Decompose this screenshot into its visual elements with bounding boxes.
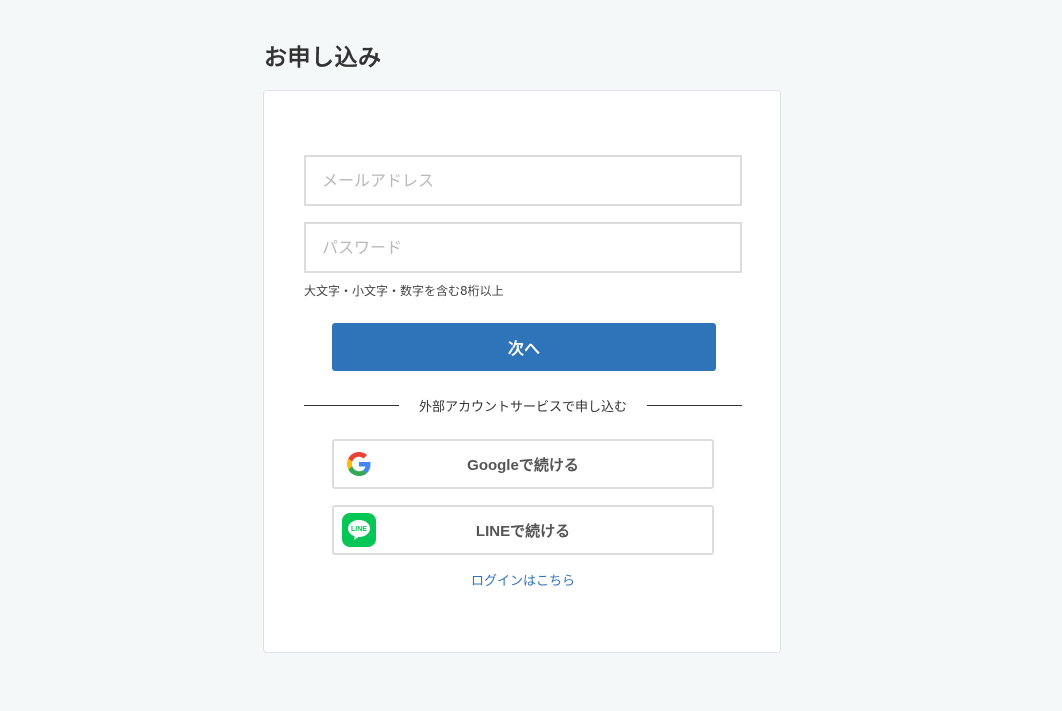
google-signin-button[interactable]: Googleで続ける <box>332 439 714 489</box>
divider: 外部アカウントサービスで申し込む <box>304 394 743 416</box>
email-field[interactable] <box>304 155 742 206</box>
google-button-label: Googleで続ける <box>467 456 579 474</box>
page-title: お申し込み <box>264 45 382 71</box>
google-icon <box>342 447 376 481</box>
divider-label: 外部アカウントサービスで申し込む <box>419 399 628 415</box>
line-button-label: LINEで続ける <box>475 522 571 540</box>
signup-card: 大文字・小文字・数字を含む8桁以上 次へ 外部アカウントサービスで申し込む Go… <box>263 90 781 653</box>
line-icon-badge: LINE <box>342 513 376 547</box>
divider-line-left <box>304 404 399 406</box>
next-button[interactable]: 次へ <box>332 323 716 371</box>
line-icon: LINE <box>342 513 376 547</box>
login-link[interactable]: ログインはこちら <box>264 570 782 589</box>
password-hint: 大文字・小文字・数字を含む8桁以上 <box>304 284 504 298</box>
line-icon-text: LINE <box>351 526 367 533</box>
divider-line-right <box>647 404 743 406</box>
line-signin-button[interactable]: LINE LINEで続ける <box>332 505 714 555</box>
password-field[interactable] <box>304 222 742 273</box>
